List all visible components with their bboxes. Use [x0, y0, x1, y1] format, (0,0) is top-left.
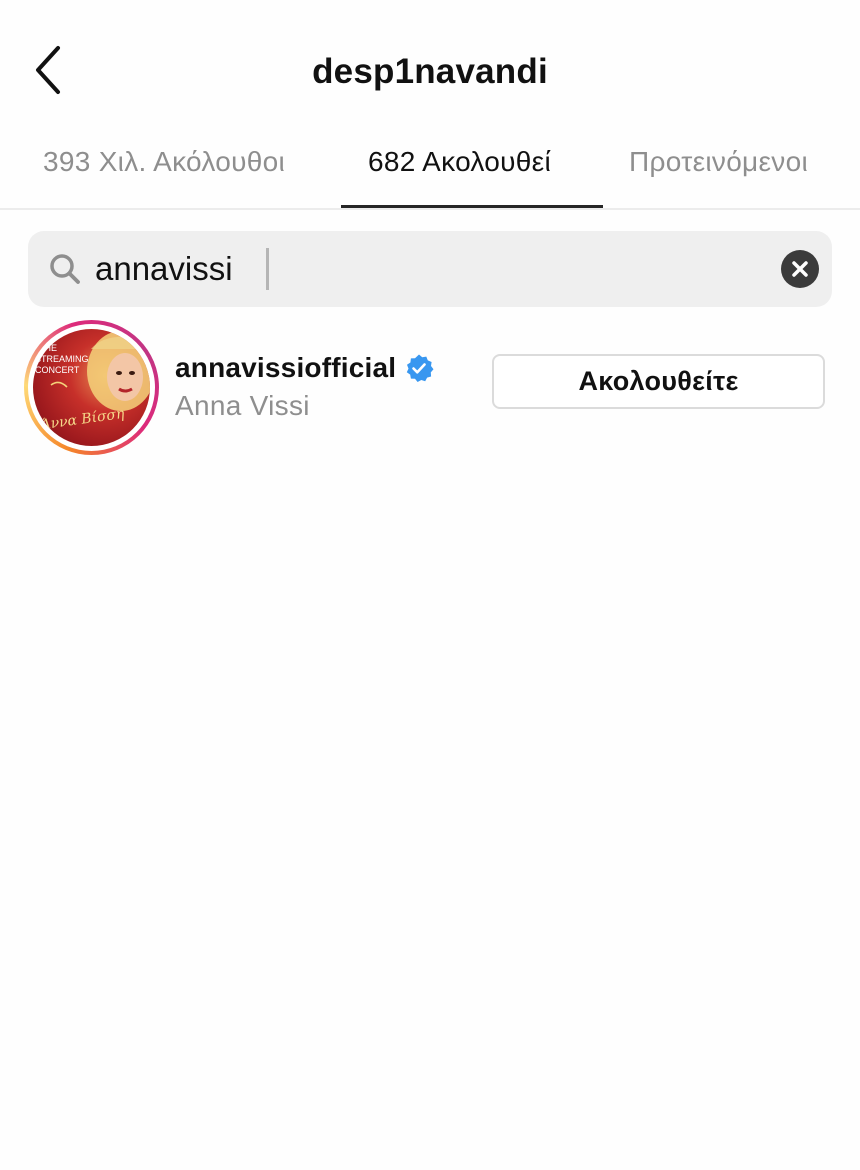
tab-following[interactable]: 682 Ακολουθεί	[368, 146, 551, 178]
page-title: desp1navandi	[312, 52, 548, 91]
tab-suggested[interactable]: Προτεινόμενοι	[629, 146, 808, 178]
list-item[interactable]: THE STREAMING CONCERT Άννα Βίσση annavis…	[0, 318, 860, 458]
following-search-screen: desp1navandi 393 Χιλ. Ακόλουθοι 682 Ακολ…	[0, 0, 860, 1170]
tab-bar: 393 Χιλ. Ακόλουθοι 682 Ακολουθεί Προτειν…	[0, 128, 860, 210]
following-button[interactable]: Ακολουθείτε	[492, 354, 825, 409]
tab-followers[interactable]: 393 Χιλ. Ακόλουθοι	[43, 146, 285, 178]
username-line: annavissiofficial	[175, 348, 434, 388]
text-caret	[266, 248, 269, 290]
avatar-text-line-3: CONCERT	[35, 365, 80, 375]
search-icon	[47, 251, 83, 287]
verified-badge-icon	[404, 353, 434, 383]
header: desp1navandi	[0, 0, 860, 140]
clear-icon	[781, 250, 819, 288]
clear-search-button[interactable]	[781, 250, 819, 288]
full-name: Anna Vissi	[175, 390, 310, 421]
story-ring[interactable]: THE STREAMING CONCERT Άννα Βίσση	[24, 320, 159, 455]
avatar-signature: Άννα Βίσση	[38, 405, 126, 434]
avatar-text-line-2: STREAMING	[35, 354, 89, 364]
search-bar[interactable]	[28, 231, 832, 307]
search-input[interactable]	[95, 243, 755, 295]
username[interactable]: annavissiofficial	[175, 352, 396, 384]
active-tab-indicator	[341, 205, 603, 208]
avatar[interactable]: THE STREAMING CONCERT Άννα Βίσση	[33, 329, 150, 446]
